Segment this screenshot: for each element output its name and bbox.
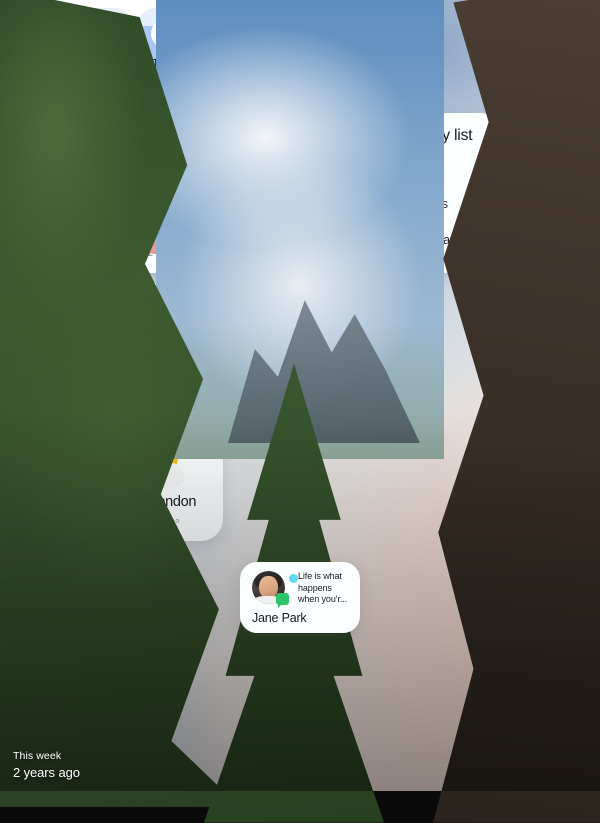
message-badge-icon <box>276 593 289 605</box>
contact-quote: Life is what happens when you'r... <box>298 571 352 606</box>
widget-canvas: London Mostly cloudy 14° 16°11° 15°3PM16… <box>0 0 600 791</box>
status-dot <box>289 574 298 583</box>
contact-widget[interactable]: Life is what happens when you'r... Jane … <box>240 562 360 633</box>
photo-memory-widget[interactable]: This week 2 years ago <box>0 262 130 412</box>
photo-gradient-overlay <box>0 262 130 412</box>
contact-name: Jane Park <box>252 611 306 625</box>
